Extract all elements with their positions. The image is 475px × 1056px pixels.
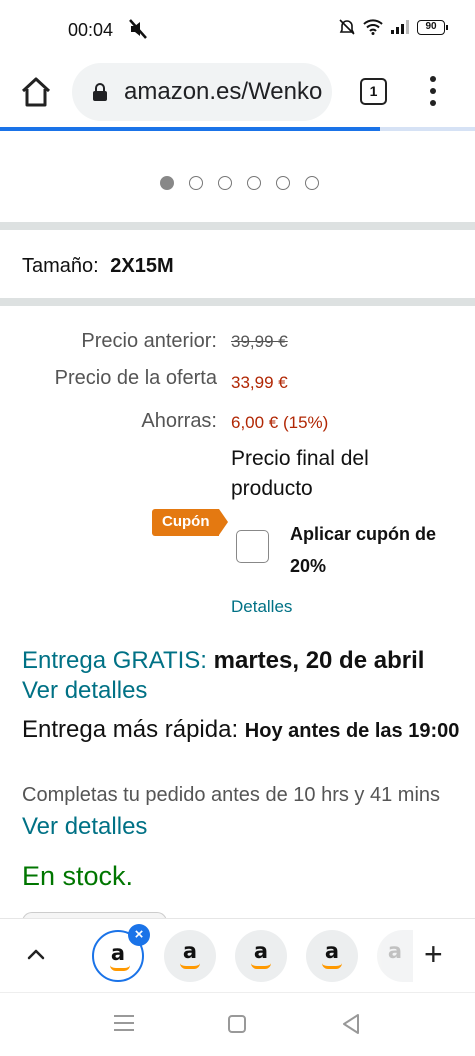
free-delivery-label: Entrega GRATIS: [22,647,207,674]
page-load-progress [0,127,475,131]
coupon-checkbox-label[interactable]: Aplicar cupón de 20% [290,518,460,582]
image-carousel-indicator[interactable] [160,176,319,190]
order-cutoff-details-link[interactable]: Ver detalles [22,813,147,840]
order-cutoff-text: Completas tu pedido antes de 10 hrs y 41… [22,784,441,806]
previous-price-value: 39,99 € [231,332,288,351]
new-tab-button[interactable]: + [424,938,443,970]
amazon-smile-icon [251,963,271,969]
amazon-smile-icon [110,965,130,971]
home-nav-icon[interactable] [228,1015,246,1033]
system-nav-bar [0,992,475,1056]
carousel-dot[interactable] [247,176,261,190]
carousel-dot[interactable] [160,176,174,190]
signal-icon [391,20,409,34]
back-icon[interactable] [340,1012,362,1036]
tab-strip: a × a a a a + [0,918,475,992]
tab-amazon-active[interactable]: a × [92,924,150,982]
tab-amazon[interactable]: a [306,930,358,982]
offer-price-label: Precio de la oferta [54,367,217,389]
size-value: 2X15M [110,255,174,277]
page-load-progress-fill [0,127,380,131]
status-icons: 90 [339,19,448,35]
coupon-checkbox[interactable] [236,530,269,563]
browser-toolbar: amazon.es/Wenko 1 [0,60,475,126]
carousel-dot[interactable] [218,176,232,190]
home-icon[interactable] [18,74,54,110]
coupon-badge: Cupón [152,509,230,536]
overflow-menu-icon[interactable] [424,74,442,108]
chevron-up-icon[interactable] [24,942,48,966]
alarm-off-icon [339,19,355,35]
previous-price-label: Precio anterior: [81,330,217,352]
stock-status: En stock. [22,861,134,891]
mute-icon [129,19,147,39]
amazon-favicon-icon: a [387,939,403,963]
free-delivery-info: Entrega GRATIS: martes, 20 de abril Ver … [22,646,462,706]
coupon-details-link[interactable]: Detalles [231,597,292,617]
amazon-smile-icon [322,963,342,969]
status-time: 00:04 [68,20,114,40]
address-bar[interactable]: amazon.es/Wenko [72,63,332,121]
tab-switcher-button[interactable]: 1 [360,78,387,105]
tab-amazon-partial[interactable]: a [377,930,413,982]
final-price-note: Precio final del producto [231,447,369,500]
fast-delivery-info: Entrega más rápida: Hoy antes de las 19:… [22,713,462,748]
close-tab-icon[interactable]: × [128,924,150,946]
tab-amazon[interactable]: a [164,930,216,982]
url-text[interactable]: amazon.es/Wenko [124,78,324,106]
order-cutoff-info: Completas tu pedido antes de 10 hrs y 41… [22,780,462,844]
carousel-dot[interactable] [276,176,290,190]
size-selector[interactable]: Tamaño: 2X15M [22,255,174,278]
tab-amazon[interactable]: a [235,930,287,982]
savings-label: Ahorras: [141,410,217,432]
size-label: Tamaño: [22,255,99,277]
fast-delivery-date: Hoy antes de las 19:00 [244,720,460,742]
battery-icon: 90 [417,19,448,35]
recent-apps-icon[interactable] [114,1015,134,1036]
carousel-dot[interactable] [305,176,319,190]
fast-delivery-label: Entrega más rápida: [22,716,239,743]
free-delivery-details-link[interactable]: Ver detalles [22,677,147,704]
savings-value: 6,00 € (15%) [231,413,329,432]
lock-icon [93,83,107,101]
status-bar: 00:04 90 [0,0,475,60]
free-delivery-date: martes, 20 de abril [213,647,425,674]
carousel-dot[interactable] [189,176,203,190]
section-divider [0,222,475,230]
section-divider [0,298,475,306]
amazon-smile-icon [180,963,200,969]
offer-price-value: 33,99 € [231,373,288,392]
wifi-icon [363,19,383,35]
